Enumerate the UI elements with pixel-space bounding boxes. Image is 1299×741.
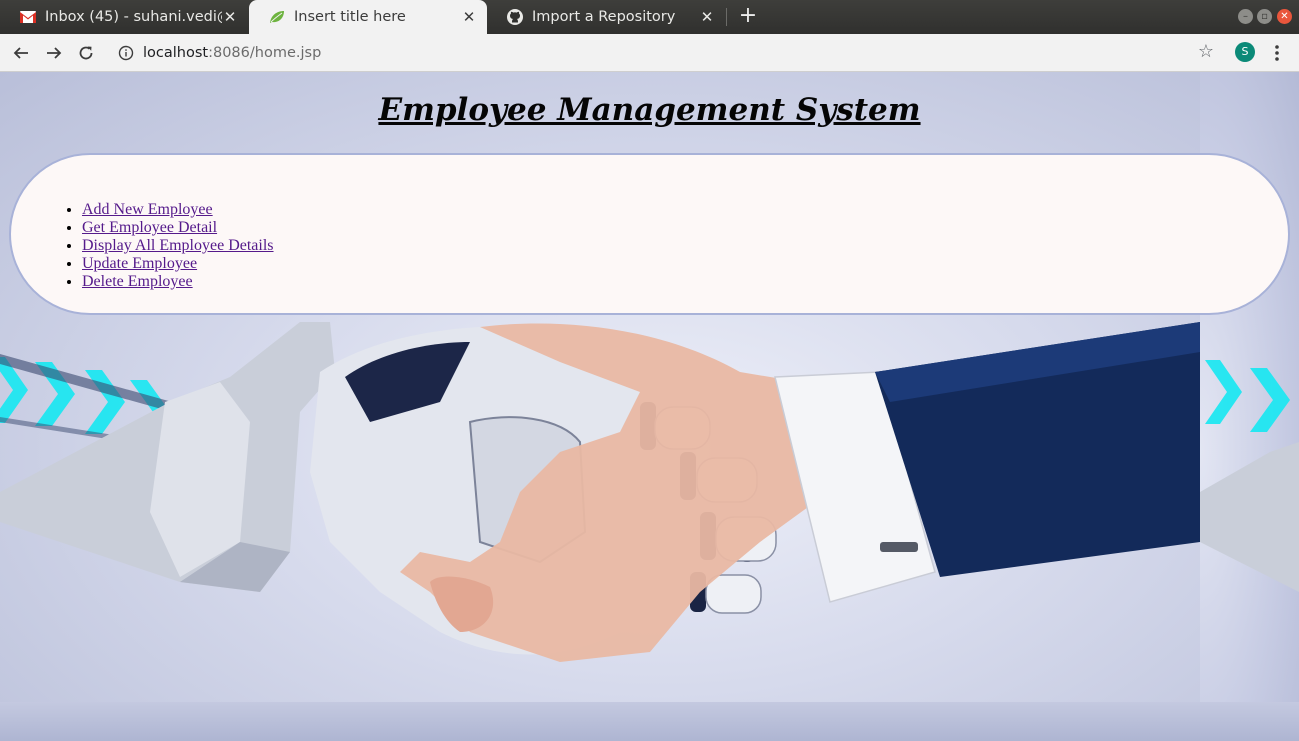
list-item: Add New Employee xyxy=(82,201,274,219)
tab-title: Insert title here xyxy=(294,9,406,25)
url-host: localhost xyxy=(143,45,209,61)
tab-title: Import a Repository xyxy=(532,9,676,25)
delete-employee-link[interactable]: Delete Employee xyxy=(82,273,193,290)
page-title: Employee Management System xyxy=(378,92,921,128)
list-item: Get Employee Detail xyxy=(82,219,274,237)
back-button[interactable] xyxy=(9,41,33,65)
close-icon[interactable]: ✕ xyxy=(461,9,477,25)
url-text: localhost:8086/home.jsp xyxy=(143,45,321,61)
forward-button[interactable] xyxy=(42,41,66,65)
address-bar[interactable]: localhost:8086/home.jsp xyxy=(108,38,1226,68)
github-icon xyxy=(507,9,523,25)
gmail-icon xyxy=(20,9,36,25)
tab-title: Inbox (45) - suhani.vedi@g xyxy=(45,9,222,25)
close-icon[interactable]: ✕ xyxy=(699,9,715,25)
display-all-employees-link[interactable]: Display All Employee Details xyxy=(82,237,274,254)
minimize-window-button[interactable]: – xyxy=(1238,9,1253,24)
update-employee-link[interactable]: Update Employee xyxy=(82,255,197,272)
page-viewport[interactable]: Employee Management System Add New Emplo… xyxy=(0,72,1299,741)
list-item: Update Employee xyxy=(82,255,274,273)
close-window-button[interactable]: ✕ xyxy=(1277,9,1292,24)
tab-separator xyxy=(726,8,727,26)
reload-button[interactable] xyxy=(74,41,98,65)
profile-avatar[interactable]: S xyxy=(1235,42,1255,62)
background-bottom-band xyxy=(0,702,1299,741)
employee-menu-list: Add New Employee Get Employee Detail Dis… xyxy=(82,201,274,291)
close-icon[interactable]: ✕ xyxy=(222,9,238,25)
arrow-left-icon xyxy=(13,47,28,59)
list-item: Display All Employee Details xyxy=(82,237,274,255)
tab-insert-title[interactable]: Insert title here ✕ xyxy=(249,0,487,34)
browser-toolbar: localhost:8086/home.jsp ☆ S xyxy=(0,34,1299,72)
maximize-window-button[interactable]: ▫ xyxy=(1257,9,1272,24)
arrow-right-icon xyxy=(47,47,62,59)
tab-inbox[interactable]: Inbox (45) - suhani.vedi@g ✕ xyxy=(0,0,248,34)
more-menu-icon[interactable] xyxy=(1268,42,1286,64)
new-tab-button[interactable]: + xyxy=(737,5,759,28)
info-icon[interactable] xyxy=(118,45,134,61)
tab-strip: Inbox (45) - suhani.vedi@g ✕ Insert titl… xyxy=(0,0,1299,34)
list-item: Delete Employee xyxy=(82,273,274,291)
reload-icon xyxy=(79,46,93,60)
url-path: :8086/home.jsp xyxy=(208,45,322,61)
bookmark-star-icon[interactable]: ☆ xyxy=(1195,41,1217,63)
leaf-icon xyxy=(269,9,285,25)
add-new-employee-link[interactable]: Add New Employee xyxy=(82,201,213,218)
get-employee-detail-link[interactable]: Get Employee Detail xyxy=(82,219,217,236)
navigation-panel: Add New Employee Get Employee Detail Dis… xyxy=(9,153,1290,315)
tab-import-repository[interactable]: Import a Repository ✕ xyxy=(487,0,725,34)
